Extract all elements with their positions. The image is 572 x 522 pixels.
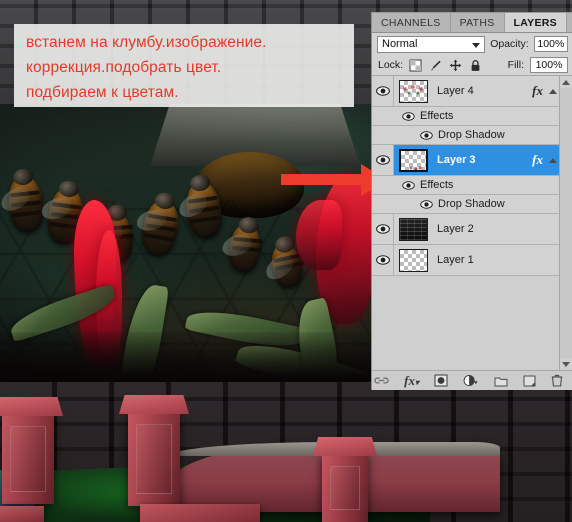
layers-panel: CHANNELS PATHS LAYERS Normal Opacity: 10…: [371, 12, 572, 390]
scrollbar-thumb[interactable]: [560, 88, 572, 358]
expand-effects-toggle[interactable]: [547, 145, 558, 175]
effects-group-row[interactable]: Effects: [372, 176, 559, 195]
eye-icon: [375, 155, 390, 165]
new-group-folder-icon[interactable]: [494, 375, 508, 387]
layer-row-layer1[interactable]: Layer 1: [372, 245, 559, 276]
all-lock-icon[interactable]: [469, 59, 482, 72]
red-stone-block: [0, 506, 44, 522]
effect-row-drop-shadow[interactable]: Drop Shadow: [372, 126, 559, 145]
svg-text:▾: ▾: [474, 380, 478, 387]
layer-mask-icon[interactable]: [434, 374, 448, 387]
layer-list-scrollbar[interactable]: [559, 76, 572, 370]
tab-paths[interactable]: PATHS: [450, 13, 505, 32]
eye-icon[interactable]: [420, 130, 433, 140]
delete-layer-trash-icon[interactable]: [551, 374, 563, 387]
annotation-text-panel: встанем на клумбу.изображение. коррекция…: [14, 24, 354, 107]
lock-label: Lock:: [378, 59, 404, 71]
new-layer-icon[interactable]: [523, 375, 536, 387]
move-lock-icon[interactable]: [449, 59, 462, 72]
panel-tab-bar: CHANNELS PATHS LAYERS: [372, 13, 572, 33]
tab-channels[interactable]: CHANNELS: [372, 13, 451, 32]
stone-pillar: [119, 395, 189, 506]
layer-rows: Layer 4 fx Effects Drop Shadow Layer 3 f…: [372, 76, 559, 370]
blend-opacity-row: Normal Opacity: 100%: [372, 33, 572, 55]
layer-name: Layer 1: [437, 254, 474, 266]
chevron-down-icon: [472, 42, 481, 48]
link-layers-icon[interactable]: [374, 374, 389, 387]
layer-list-empty-area: [372, 276, 559, 370]
arrow-shaft: [281, 174, 367, 185]
annotation-line-2: коррекция.подобрать цвет.: [26, 59, 222, 76]
visibility-toggle[interactable]: [372, 214, 394, 244]
visibility-toggle[interactable]: [372, 245, 394, 275]
layer-list: Layer 4 fx Effects Drop Shadow Layer 3 f…: [372, 76, 572, 370]
lock-row: Lock: Fill: 100%: [372, 55, 572, 76]
fill-input[interactable]: 100%: [530, 57, 568, 73]
opacity-input[interactable]: 100%: [533, 36, 568, 52]
layer-name: Layer 3: [437, 154, 476, 166]
effect-label: Drop Shadow: [438, 198, 505, 210]
effects-label: Effects: [420, 110, 454, 122]
effects-label: Effects: [420, 179, 454, 191]
layer-thumbnail[interactable]: [399, 79, 428, 103]
eye-icon[interactable]: [420, 199, 433, 209]
effect-label: Drop Shadow: [438, 129, 505, 141]
blend-mode-value: Normal: [382, 38, 418, 50]
blend-mode-select[interactable]: Normal: [377, 35, 486, 53]
annotation-line-1: встанем на клумбу.изображение.: [26, 34, 267, 51]
eye-icon[interactable]: [402, 180, 415, 190]
layer-effects-fx-icon[interactable]: fx: [532, 83, 543, 99]
opacity-label: Opacity:: [490, 38, 529, 50]
eye-icon[interactable]: [402, 111, 415, 121]
visibility-toggle[interactable]: [372, 76, 394, 106]
eye-icon: [375, 86, 390, 96]
expand-effects-toggle[interactable]: [547, 76, 558, 106]
layer-thumbnail[interactable]: [399, 148, 428, 172]
layer-effects-fx-icon[interactable]: fx: [532, 152, 543, 168]
lock-icon-group: [409, 59, 482, 72]
layer-thumbnail[interactable]: [399, 217, 428, 241]
red-stone-block: [140, 504, 260, 522]
tab-bar-filler: [566, 13, 572, 32]
layer-thumbnail[interactable]: [399, 248, 428, 272]
tab-layers[interactable]: LAYERS: [504, 13, 567, 32]
screenshot-root: встанем на клумбу.изображение. коррекция…: [0, 0, 572, 522]
layer-row-layer3[interactable]: Layer 3 fx: [372, 145, 559, 176]
visibility-toggle[interactable]: [372, 145, 394, 175]
layer-name: Layer 4: [437, 85, 474, 97]
adjustment-layer-icon[interactable]: ▾: [463, 374, 479, 387]
layer-row-layer4[interactable]: Layer 4 fx: [372, 76, 559, 107]
eye-icon: [375, 255, 390, 265]
layer-name: Layer 2: [437, 223, 474, 235]
transparency-lock-icon[interactable]: [409, 59, 422, 72]
effects-group-row[interactable]: Effects: [372, 107, 559, 126]
brush-lock-icon[interactable]: [429, 59, 442, 72]
layer-row-layer2[interactable]: Layer 2: [372, 214, 559, 245]
scroll-down-button[interactable]: [560, 358, 572, 370]
layer-style-fx-icon[interactable]: fx▾: [404, 373, 419, 389]
stone-pillar: [313, 437, 377, 522]
stone-pillar: [0, 397, 63, 504]
layers-panel-toolbar: fx▾ ▾: [372, 370, 572, 390]
annotation-line-3: подбираем к цветам.: [26, 84, 179, 101]
scroll-up-button[interactable]: [560, 76, 572, 88]
fill-label: Fill:: [507, 59, 524, 71]
effect-row-drop-shadow[interactable]: Drop Shadow: [372, 195, 559, 214]
eye-icon: [375, 224, 390, 234]
